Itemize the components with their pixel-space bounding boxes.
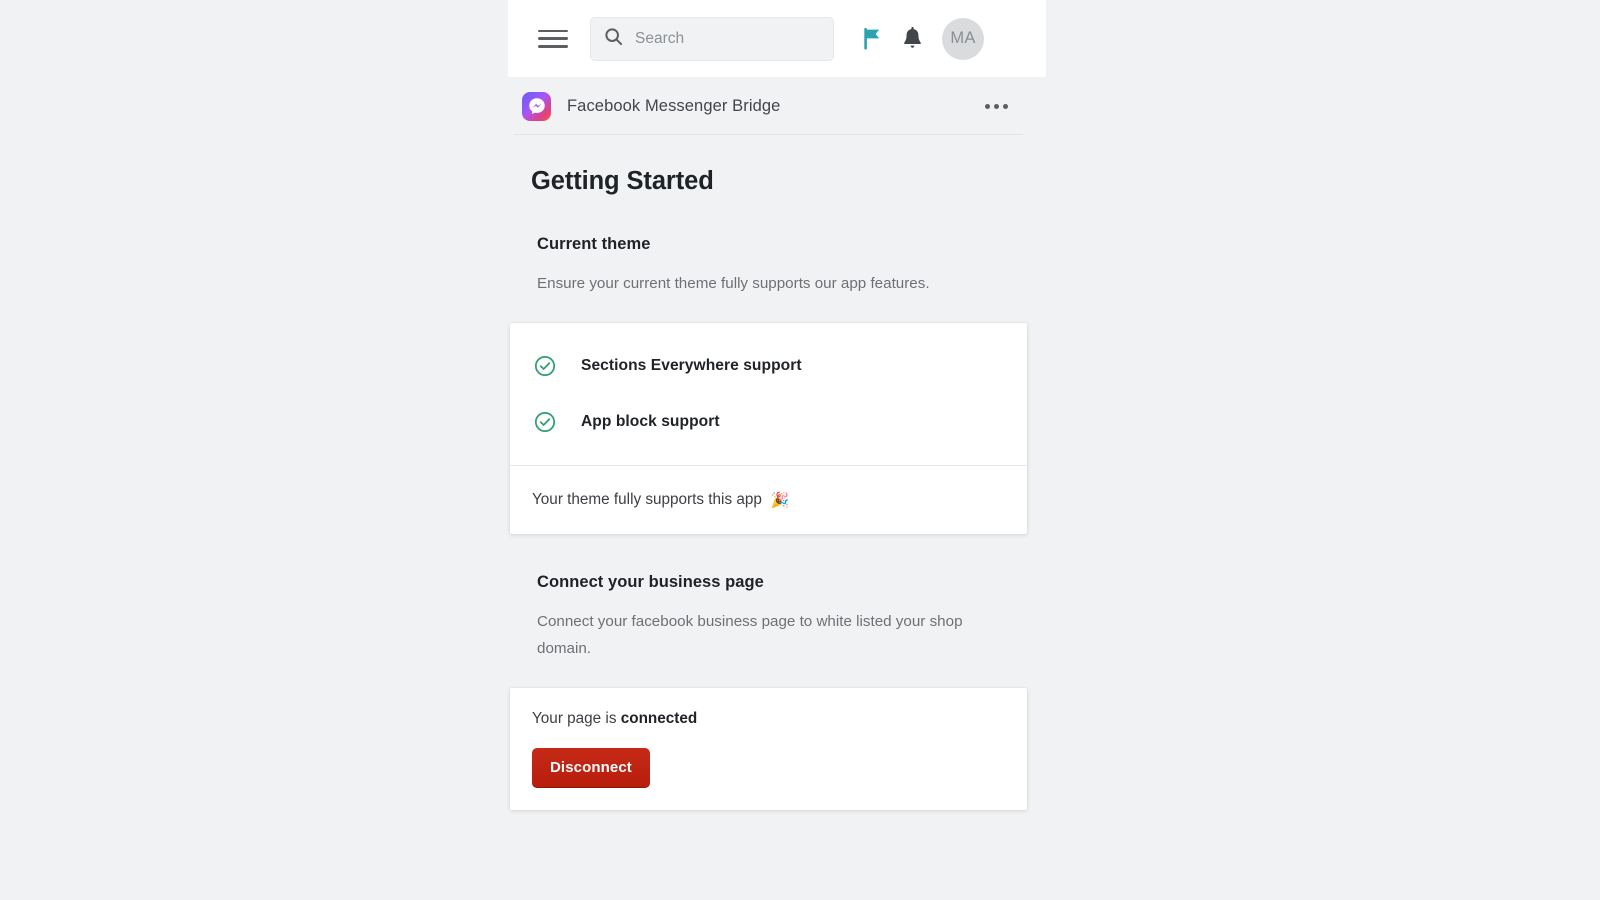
hamburger-line (538, 29, 568, 32)
bell-icon[interactable] (892, 19, 932, 59)
theme-checks-block: Sections Everywhere support App block su… (510, 323, 1027, 465)
page-title: Getting Started (531, 167, 714, 195)
hamburger-menu-icon[interactable] (538, 27, 568, 51)
list-item: App block support (534, 401, 1003, 443)
status-badge: connected (620, 710, 698, 727)
section-description: Ensure your current theme fully supports… (537, 275, 930, 292)
search-icon (604, 27, 623, 51)
app-content: Getting Started Current theme Ensure you… (508, 135, 1027, 810)
theme-support-note: Your theme fully supports this app 🎉 (510, 466, 1027, 534)
app-title: Facebook Messenger Bridge (567, 96, 781, 115)
connection-status-prefix: Your page is (532, 710, 617, 727)
connection-status: Your page is connected (510, 688, 1027, 728)
dot (1002, 103, 1008, 109)
section-header: Current theme Ensure your current theme … (508, 235, 1027, 297)
circle-check-icon (534, 411, 556, 433)
section-heading: Current theme (537, 235, 651, 253)
section-connect-business-page: Connect your business page Connect your … (508, 573, 1027, 810)
avatar[interactable]: MA (942, 17, 984, 60)
dot (993, 103, 999, 109)
screen: MA Facebook Messenger Bridge Getting Sta… (0, 0, 1600, 900)
flag-icon[interactable] (852, 19, 892, 59)
hamburger-line (538, 45, 568, 48)
support-note-text: Your theme fully supports this app (532, 491, 762, 508)
search-field[interactable] (590, 16, 834, 61)
theme-support-card: Sections Everywhere support App block su… (510, 323, 1027, 534)
party-popper-icon: 🎉 (770, 492, 790, 509)
app-title-bar: Facebook Messenger Bridge (508, 77, 1027, 135)
section-current-theme: Current theme Ensure your current theme … (508, 235, 1027, 534)
facebook-messenger-icon (522, 91, 551, 121)
list-item: Sections Everywhere support (534, 345, 1003, 387)
section-description: Connect your facebook business page to w… (537, 613, 963, 657)
check-label: Sections Everywhere support (581, 357, 802, 374)
search-input[interactable] (635, 29, 820, 48)
connection-status-card: Your page is connected Disconnect (510, 688, 1027, 810)
circle-check-icon (534, 355, 556, 377)
check-label: App block support (581, 413, 720, 430)
avatar-initials: MA (950, 29, 976, 47)
hamburger-line (538, 37, 568, 40)
embedded-app-frame: Facebook Messenger Bridge Getting Starte… (508, 77, 1027, 900)
global-top-bar: MA (508, 0, 1046, 77)
dot (984, 103, 990, 109)
section-header: Connect your business page Connect your … (508, 573, 1027, 662)
ellipsis-horizontal-icon[interactable] (979, 91, 1013, 121)
disconnect-button[interactable]: Disconnect (532, 748, 650, 788)
section-heading: Connect your business page (537, 573, 764, 591)
